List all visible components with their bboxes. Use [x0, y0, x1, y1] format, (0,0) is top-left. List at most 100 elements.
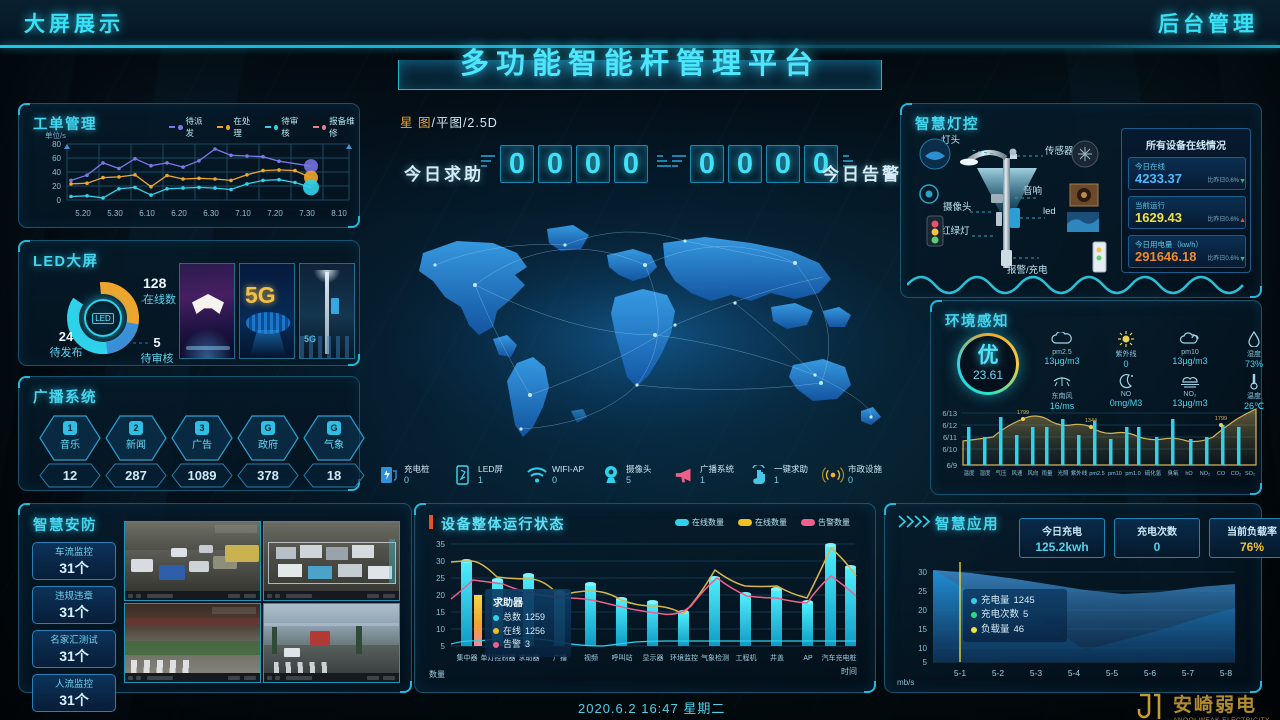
- security-tile-people[interactable]: 人流监控 31个: [32, 674, 116, 712]
- card-load-rate[interactable]: 当前负载率 76%: [1209, 518, 1280, 558]
- digit: 0: [690, 145, 724, 183]
- device-icon-one-key-help[interactable]: 一键求助 1: [748, 458, 822, 492]
- corner-decor: [18, 376, 30, 388]
- svg-text:风向: 风向: [1027, 469, 1038, 477]
- svg-text:雨量: 雨量: [1041, 470, 1053, 477]
- smart-app-tooltip: 充电量 1245 充电次数 5 负载量 46: [963, 589, 1067, 642]
- svg-text:显示器: 显示器: [643, 654, 664, 662]
- security-tile-value: 31个: [59, 560, 89, 576]
- corner-decor: [414, 503, 426, 515]
- svg-text:5-4: 5-4: [1068, 668, 1081, 678]
- device-icon-wifi-ap[interactable]: WIFI-AP 0: [526, 458, 600, 492]
- device-icon-led-screen[interactable]: LED屏 1: [452, 458, 526, 492]
- device-icon-camera[interactable]: 摄像头 5: [600, 458, 674, 492]
- security-tile-value: 31个: [59, 604, 89, 620]
- env-metric-uv: 紫外线 0: [1095, 329, 1157, 369]
- device-icon-municipal[interactable]: 市政设施 0: [822, 458, 896, 492]
- broadcast-item-news[interactable]: 2 新闻 287: [105, 415, 167, 488]
- panel-light-control: 智慧灯控 灯头 传感器 音响 摄像头 led 红绿灯 报警/充电 所有设备在线情…: [900, 103, 1262, 298]
- legend-item: 在线数量: [738, 517, 787, 528]
- stat-card-current-running[interactable]: 当前运行 1629.43 比昨日0.6% ▲: [1128, 196, 1246, 229]
- broadcast-item-music[interactable]: 1 音乐 12: [39, 415, 101, 488]
- broadcast-name: 新闻: [126, 440, 146, 451]
- nav-big-screen[interactable]: 大屏展示: [24, 8, 124, 38]
- broadcast-value: 18: [326, 468, 342, 483]
- svg-text:集中器: 集中器: [457, 653, 478, 662]
- wind-icon: [1031, 371, 1093, 391]
- svg-text:7.20: 7.20: [267, 209, 283, 218]
- svg-text:5-2: 5-2: [992, 668, 1005, 678]
- camera-feed-2[interactable]: [263, 521, 400, 601]
- tooltip-label: 充电量: [981, 595, 1010, 606]
- svg-text:1344: 1344: [1085, 418, 1097, 424]
- footer-datetime: 2020.6.2 16:47 星期二: [578, 701, 726, 716]
- tooltip-row: 告警 3: [493, 638, 563, 652]
- security-tile-value: 31个: [59, 692, 89, 708]
- card-charge-today[interactable]: 今日充电 125.2kwh: [1019, 518, 1105, 558]
- svg-text:6.10: 6.10: [139, 209, 155, 218]
- svg-text:硫化氢: 硫化氢: [1145, 469, 1162, 477]
- security-tile-mjh-test[interactable]: 名家汇测试 31个: [32, 630, 116, 668]
- stat-card-power-today[interactable]: 今日用电量（kw/h） 291646.18 比昨日0.6% ▼: [1128, 235, 1246, 268]
- security-tile-label: 违规违章: [54, 591, 93, 602]
- stat-card-online-today[interactable]: 今日在线 4233.37 比昨日0.6% ▼: [1128, 157, 1246, 190]
- svg-text:5-7: 5-7: [1182, 668, 1195, 678]
- tooltip-row: 充电次数 5: [971, 608, 1059, 622]
- tooltip-label: 负载量: [981, 623, 1010, 635]
- camera-feed-3[interactable]: [124, 603, 261, 683]
- led-thumb-2[interactable]: 5G: [239, 263, 295, 359]
- broadcast-value: 378: [257, 468, 279, 483]
- svg-text:6.30: 6.30: [203, 209, 219, 218]
- svg-text:5.30: 5.30: [107, 209, 123, 218]
- map-mode-rest[interactable]: /平图/2.5D: [431, 116, 497, 130]
- tooltip-value: 3: [525, 639, 531, 649]
- broadcast-index: 1: [63, 421, 77, 435]
- clouds-icon: [1159, 329, 1221, 349]
- smog-icon: [1159, 371, 1221, 391]
- env-metric-humidity: 湿度 73%: [1223, 329, 1280, 369]
- camera-feed-4[interactable]: [263, 603, 400, 683]
- env-label: NO: [1120, 391, 1132, 398]
- tooltip-label: 在线: [503, 625, 522, 636]
- device-status-yaxis-label: 数量: [429, 669, 445, 679]
- svg-text:湿度: 湿度: [979, 469, 991, 477]
- svg-text:井盖: 井盖: [770, 653, 784, 662]
- security-tile-traffic[interactable]: 车流监控 31个: [32, 542, 116, 580]
- icon-value: 1: [774, 474, 780, 485]
- svg-text:工程机: 工程机: [736, 653, 757, 662]
- page-title: 多功能智能杆管理平台: [380, 30, 900, 92]
- broadcast-name: 广告: [192, 440, 212, 451]
- broadcast-items: 1 音乐 12 2 新闻 287 3 广告 1089 G 政府 378 G 气象…: [39, 415, 365, 488]
- svg-text:气象检测: 气象检测: [701, 653, 729, 662]
- camera-feed-1[interactable]: [124, 521, 261, 601]
- svg-text:20: 20: [436, 591, 445, 600]
- card-value: 125.2kwh: [1035, 539, 1089, 554]
- svg-text:80: 80: [52, 140, 61, 149]
- card-charge-count[interactable]: 充电次数 0: [1114, 518, 1200, 558]
- device-icon-charging-pile[interactable]: 充电桩 0: [378, 458, 452, 492]
- broadcast-name: 音乐: [60, 440, 80, 451]
- air-quality-value: 23.61: [972, 367, 1004, 382]
- led-thumb-1[interactable]: [179, 263, 235, 359]
- tooltip-label: 告警: [503, 639, 522, 649]
- nav-admin[interactable]: 后台管理: [1158, 8, 1258, 38]
- map-mode-selector[interactable]: 星 图/平图/2.5D: [400, 112, 498, 131]
- security-tile-violation[interactable]: 违规违章 31个: [32, 586, 116, 624]
- led-thumb-3[interactable]: 5G: [299, 263, 355, 359]
- panel-broadcast: 广播系统 1 音乐 12 2 新闻 287 3 广告 1089 G 政府 378: [18, 376, 365, 491]
- broadcast-item-ad[interactable]: 3 广告 1089: [171, 415, 233, 488]
- broadcast-item-weather[interactable]: G 气象 18: [303, 415, 365, 488]
- svg-text:5: 5: [923, 658, 928, 667]
- legend-label: 在线数量: [692, 518, 724, 527]
- device-icon-broadcast[interactable]: 广播系统 1: [674, 458, 748, 492]
- world-map[interactable]: [375, 215, 920, 460]
- broadcast-value: 287: [125, 468, 147, 483]
- svg-text:40: 40: [52, 168, 61, 177]
- broadcast-item-government[interactable]: G 政府 378: [237, 415, 299, 488]
- smart-app-title: 智慧应用: [935, 517, 999, 533]
- security-tile-value: 31个: [59, 648, 89, 664]
- map-mode-active[interactable]: 星 图: [400, 116, 431, 130]
- broadcast-value: 1089: [187, 468, 217, 483]
- counter-decor-left: [481, 155, 495, 167]
- svg-text:6/10: 6/10: [942, 445, 957, 454]
